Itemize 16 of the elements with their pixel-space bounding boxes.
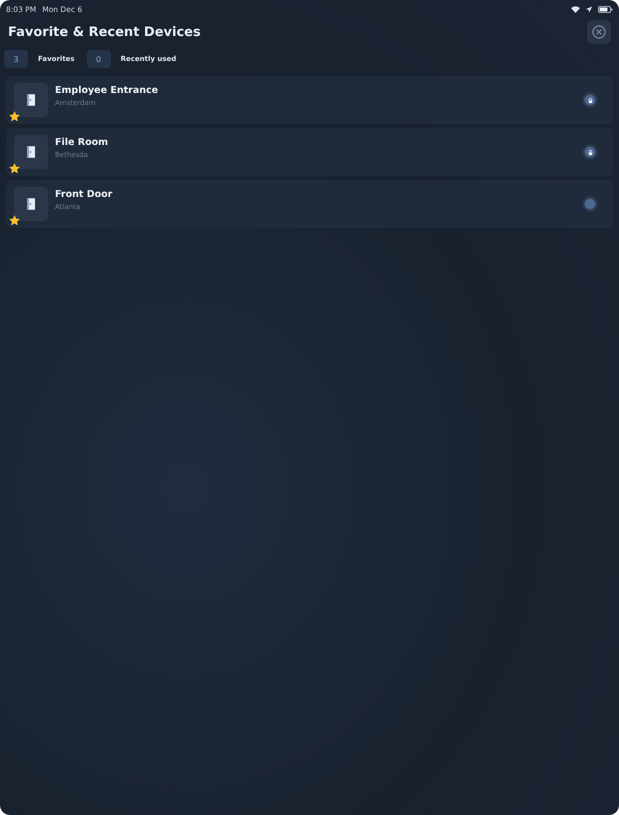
- door-icon: [25, 93, 37, 107]
- close-icon: [592, 25, 606, 39]
- device-name: File Room: [55, 137, 110, 148]
- count-badge: 0: [86, 50, 111, 68]
- count-badge: 3: [4, 50, 28, 68]
- location-icon: [586, 6, 592, 12]
- close-button[interactable]: [587, 20, 611, 44]
- lock-icon: [588, 150, 592, 154]
- device-name: Front Door: [55, 189, 114, 200]
- lock-icon: [588, 98, 592, 102]
- wifi-icon: [571, 6, 580, 12]
- door-icon: [25, 145, 37, 159]
- device-name: Employee Entrance: [55, 85, 160, 96]
- door-icon: [25, 197, 37, 211]
- battery-icon: [598, 6, 613, 12]
- page-title: Favorite & Recent Devices: [8, 24, 202, 40]
